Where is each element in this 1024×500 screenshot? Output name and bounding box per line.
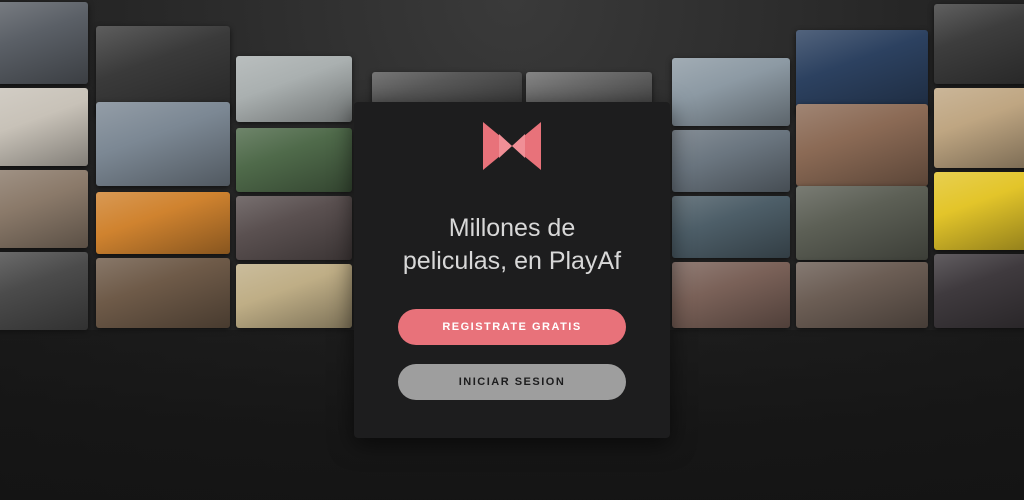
poster-thumbnail bbox=[96, 258, 230, 328]
headline-line-2: peliculas, en PlayAf bbox=[402, 247, 622, 275]
poster-thumbnail bbox=[0, 252, 88, 330]
poster-thumbnail bbox=[796, 262, 928, 328]
poster-thumbnail bbox=[526, 72, 652, 104]
poster-thumbnail bbox=[0, 2, 88, 84]
poster-thumbnail bbox=[934, 172, 1024, 250]
poster-thumbnail bbox=[934, 4, 1024, 84]
bowtie-logo-icon bbox=[483, 122, 541, 170]
poster-thumbnail bbox=[236, 264, 352, 328]
poster-thumbnail bbox=[934, 254, 1024, 328]
poster-thumbnail bbox=[372, 72, 522, 104]
poster-thumbnail bbox=[236, 196, 352, 260]
poster-thumbnail bbox=[796, 186, 928, 260]
poster-thumbnail bbox=[934, 88, 1024, 168]
register-button-label: REGISTRATE GRATIS bbox=[442, 321, 582, 333]
headline: Millones de peliculas, en PlayAf bbox=[354, 212, 670, 278]
signup-card: Millones de peliculas, en PlayAf REGISTR… bbox=[354, 102, 670, 438]
poster-thumbnail bbox=[672, 262, 790, 328]
poster-thumbnail bbox=[672, 130, 790, 192]
poster-thumbnail bbox=[796, 104, 928, 186]
poster-thumbnail bbox=[672, 58, 790, 126]
poster-thumbnail bbox=[0, 170, 88, 248]
poster-thumbnail bbox=[796, 30, 928, 114]
register-free-button[interactable]: REGISTRATE GRATIS bbox=[398, 309, 626, 345]
poster-thumbnail bbox=[96, 102, 230, 186]
login-button-label: INICIAR SESION bbox=[458, 376, 566, 388]
poster-thumbnail bbox=[236, 56, 352, 122]
poster-thumbnail bbox=[0, 88, 88, 166]
login-button[interactable]: INICIAR SESION bbox=[398, 364, 626, 400]
poster-thumbnail bbox=[236, 128, 352, 192]
poster-thumbnail bbox=[672, 196, 790, 258]
headline-line-1: Millones de bbox=[448, 214, 576, 242]
poster-thumbnail bbox=[96, 192, 230, 254]
